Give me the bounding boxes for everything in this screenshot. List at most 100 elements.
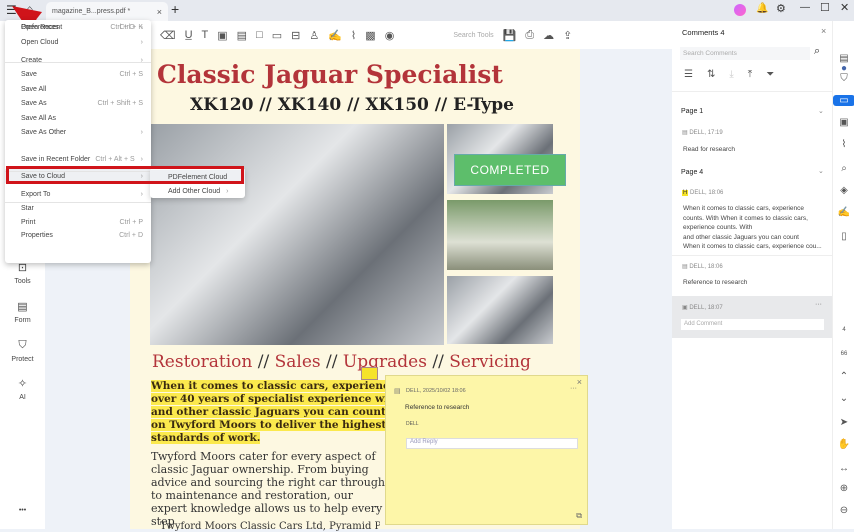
menu-item-add-other-cloud[interactable]: Add Other Cloud ›	[150, 184, 245, 198]
callout-icon[interactable]: ▤	[237, 29, 247, 42]
close-window-icon[interactable]: ✕	[840, 1, 849, 14]
stamp-icon[interactable]: ♙	[309, 29, 319, 42]
doc-subtitle: XK120 // XK140 // XK150 // E-Type	[190, 95, 514, 115]
collapse-icon[interactable]: ⤓	[729, 69, 733, 80]
comments-title: Comments 4	[682, 28, 725, 37]
zoom-in-icon[interactable]: ⊕	[833, 483, 854, 494]
signature-icon[interactable]: ✍	[833, 207, 854, 218]
menu-label: Save All	[21, 85, 47, 93]
chevron-up-icon[interactable]: ⌃	[833, 371, 854, 382]
save-icon[interactable]: 💾	[503, 29, 517, 42]
comments-icon[interactable]: ▭	[833, 95, 854, 106]
body-paragraph: Twyford Moors cater for every aspect of …	[151, 450, 385, 528]
sidebar-item-ai[interactable]: ✧ AI	[0, 377, 45, 401]
menu-item-save-in-recent-folder[interactable]: Save in Recent Folder Ctrl + Alt + S ›	[5, 152, 151, 166]
fields-icon[interactable]: ▣	[833, 117, 854, 128]
close-icon[interactable]: ×	[821, 26, 826, 36]
menu-item-properties[interactable]: Properties Ctrl + D	[5, 228, 151, 242]
filter-icon[interactable]: ⏷	[766, 69, 774, 80]
list-icon[interactable]: ☰	[684, 69, 693, 80]
sidebar-item-tools[interactable]: ⊡ Tools	[0, 261, 45, 285]
sidebar-item-protect[interactable]: ⛉ Protect	[0, 339, 45, 363]
maximize-icon[interactable]: ☐	[820, 1, 830, 14]
eraser-icon[interactable]: ⌫	[160, 29, 176, 42]
chevron-down-icon[interactable]: ⌄	[833, 393, 854, 404]
document-info-icon[interactable]: ▯	[833, 231, 854, 242]
menu-item-export-to[interactable]: Export To ›	[5, 187, 151, 201]
minimize-icon[interactable]: —	[800, 2, 810, 13]
attachment-icon[interactable]: ⌇	[351, 29, 356, 42]
highlighted-paragraph[interactable]: When it comes to classic cars, experienc…	[151, 380, 386, 445]
print-icon[interactable]: ⎙	[525, 29, 534, 42]
underline-icon[interactable]: U̲	[185, 29, 193, 41]
note-icon[interactable]: ▭	[272, 29, 282, 42]
select-tool-icon[interactable]: ➤	[833, 417, 854, 428]
menu-item-save-all-as[interactable]: Save All As	[5, 111, 151, 125]
attachment-icon[interactable]: ⌇	[833, 139, 854, 150]
expand-icon[interactable]: ⧉	[576, 511, 582, 521]
selected-comment[interactable]: ▣ DELL, 18:07 ··· Add Comment	[672, 296, 832, 338]
menu-item-save-as[interactable]: Save As Ctrl + Shift + S	[5, 96, 151, 110]
comment-text[interactable]: When it comes to classic cars, experienc…	[683, 204, 826, 252]
sidebar-item-form[interactable]: ▤ Form	[0, 300, 45, 324]
signature-icon[interactable]: ✍	[328, 29, 342, 42]
sort-icon[interactable]: ⇅	[707, 69, 715, 80]
avatar[interactable]	[734, 4, 746, 16]
note-icon: ▤	[682, 264, 688, 270]
comment-meta: ▤ DELL, 18:06	[682, 264, 723, 270]
comment-text[interactable]: Reference to research	[683, 278, 747, 288]
comment-meta: H DELL, 18:06	[682, 190, 724, 196]
measure-icon[interactable]: ⊟	[291, 29, 300, 42]
bell-icon[interactable]: 🔔	[756, 3, 768, 14]
page-number[interactable]: 4	[833, 327, 854, 333]
shape-icon[interactable]: □	[256, 29, 263, 41]
add-reply-input[interactable]: Add Reply	[406, 438, 578, 449]
layers-icon[interactable]: ◈	[833, 185, 854, 196]
menu-item-print[interactable]: Print Ctrl + P	[5, 215, 151, 229]
fit-width-icon[interactable]: ↔	[833, 463, 854, 474]
zoom-out-icon[interactable]: ⊖	[833, 505, 854, 516]
form-icon: ▤	[17, 301, 28, 313]
more-options-icon[interactable]: ···	[815, 301, 822, 308]
menu-item-save-as-other[interactable]: Save As Other ›	[5, 125, 151, 139]
shortcut: Ctrl + Shift + S	[97, 99, 143, 107]
page-total: 66	[840, 351, 848, 357]
menu-item-save-all[interactable]: Save All	[5, 82, 151, 96]
comment-text[interactable]: Read for research	[683, 145, 735, 155]
note-text: Reference to research	[405, 404, 470, 411]
chevron-down-icon[interactable]: ⌄	[818, 167, 824, 175]
menu-item-save[interactable]: Save Ctrl + S	[5, 67, 151, 81]
add-comment-input[interactable]: Add Comment	[681, 319, 824, 330]
hand-tool-icon[interactable]: ✋	[833, 439, 854, 450]
expand-all-icon[interactable]: ⤒	[748, 69, 752, 80]
doc-footer: Twyford Moors Classic Cars Ltd, Pyramid …	[160, 521, 380, 532]
new-tab-icon[interactable]: +	[171, 1, 179, 17]
chevron-down-icon[interactable]: ⌄	[818, 107, 824, 115]
page-group-4[interactable]: Page 4	[681, 169, 703, 176]
more-button[interactable]: •••	[0, 507, 45, 514]
note-annotation-icon[interactable]	[361, 367, 378, 380]
menu-label: Print	[21, 218, 36, 226]
more-options-icon[interactable]: ···	[570, 385, 577, 392]
shield-icon: ⛉	[18, 339, 27, 351]
menu-item-open-cloud[interactable]: Open Cloud ›	[5, 35, 151, 49]
text-icon[interactable]: T	[202, 29, 209, 41]
image-icon[interactable]: ▩	[365, 29, 375, 42]
search-icon[interactable]: ⌕	[833, 163, 854, 174]
search-comments-input[interactable]: Search Comments	[680, 47, 810, 60]
close-icon[interactable]: ×	[577, 377, 582, 387]
menu-item-star[interactable]: Star	[5, 201, 151, 215]
bookmark-icon[interactable]: ⛉	[833, 73, 854, 84]
menu-item-preferences[interactable]: Preferences Ctrl + K	[5, 20, 151, 34]
textbox-icon[interactable]: ▣	[217, 29, 227, 42]
thumbnails-icon[interactable]: ▤	[833, 53, 854, 64]
gear-icon[interactable]: ⚙	[776, 2, 786, 15]
eye-icon[interactable]: ◉	[385, 29, 395, 42]
search-icon[interactable]: ⌕	[814, 45, 820, 58]
search-tools-input[interactable]: Search Tools	[453, 32, 493, 39]
completed-stamp[interactable]: COMPLETED	[454, 154, 566, 186]
upload-cloud-icon[interactable]: ☁	[543, 29, 554, 42]
menu-item-create[interactable]: Create ›	[5, 53, 151, 67]
page-group-1[interactable]: Page 1	[681, 108, 703, 115]
share-icon[interactable]: ⇪	[563, 29, 572, 42]
